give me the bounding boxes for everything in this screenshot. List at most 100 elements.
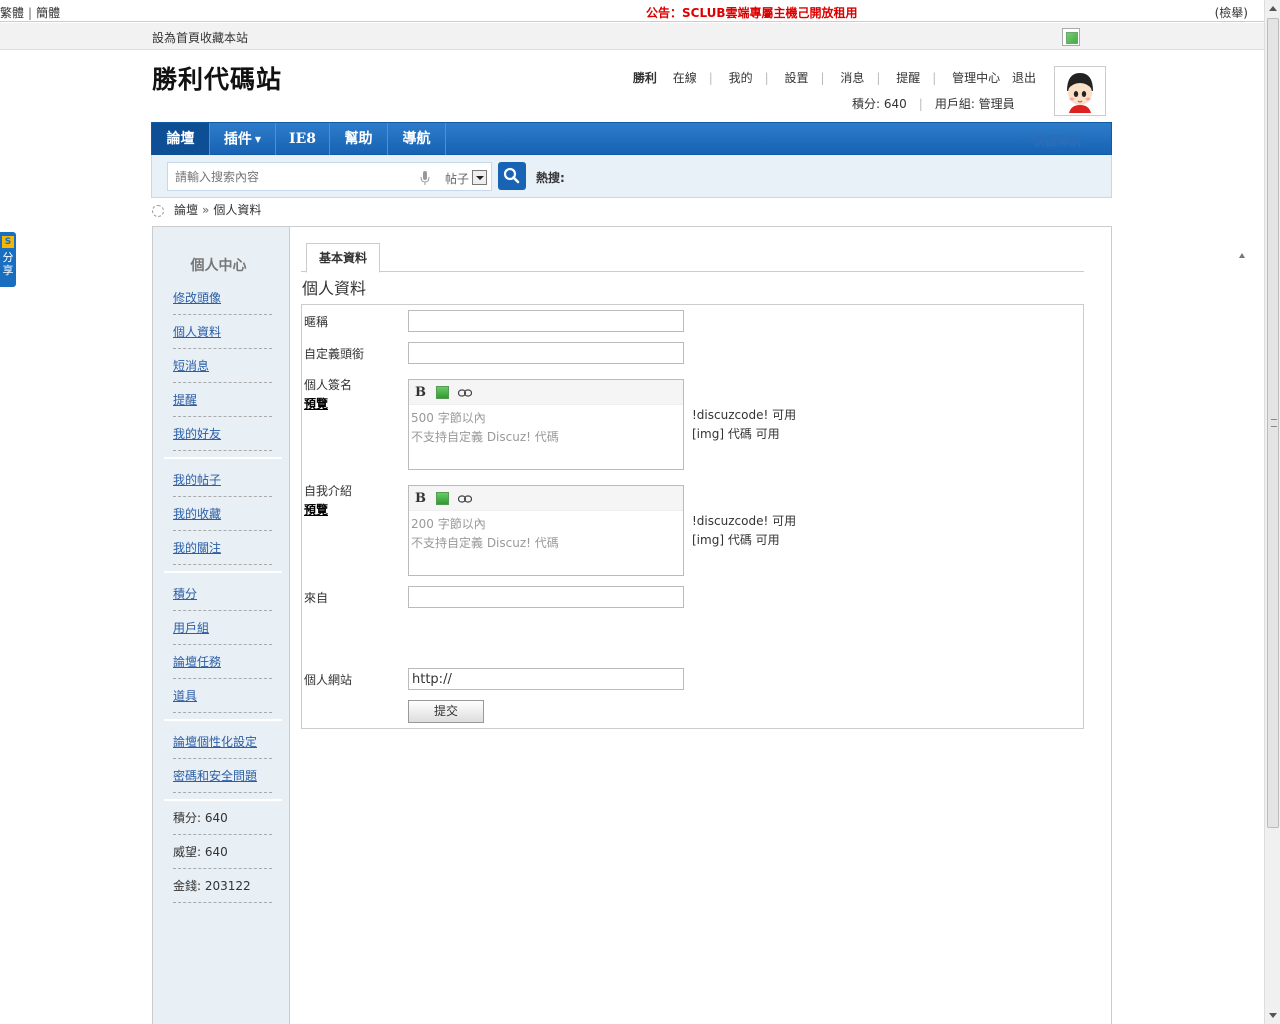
scrollbar-thumb[interactable] — [1267, 18, 1279, 828]
search-bar: 帖子 熱搜: — [151, 155, 1112, 198]
nickname-input[interactable] — [408, 310, 684, 332]
nav-notifications[interactable]: 提醒 — [896, 71, 920, 85]
sidebar-item-tasks[interactable]: 論壇任務 — [173, 645, 272, 679]
intro-placeholder: 200 字節以內 不支持自定義 Discuz! 代碼 — [409, 511, 683, 557]
page-title: 個人資料 — [302, 279, 367, 298]
search-button[interactable] — [498, 162, 526, 190]
nav-tab-label: IE8 — [289, 131, 316, 147]
bold-icon[interactable]: B — [415, 491, 426, 506]
link-icon[interactable] — [458, 495, 472, 503]
nav-tab-help[interactable]: 幫助 — [330, 123, 388, 156]
sidebar-item-password[interactable]: 密碼和安全問題 — [173, 759, 272, 793]
signature-label: 個人簽名 — [304, 378, 353, 392]
nav-tab-ie8[interactable]: IE8 — [276, 123, 330, 156]
search-type-select[interactable]: 帖子 — [436, 162, 492, 191]
sidebar-link[interactable]: 我的帖子 — [173, 473, 221, 487]
sidebar-item-props[interactable]: 道具 — [173, 679, 272, 713]
avatar[interactable] — [1054, 66, 1106, 116]
sidebar-link[interactable]: 提醒 — [173, 393, 197, 407]
sidebar-link[interactable]: 修改頭像 — [173, 291, 221, 305]
nav-tab-navigation[interactable]: 導航 — [388, 123, 446, 156]
image-icon[interactable] — [436, 386, 449, 399]
sidebar-link[interactable]: 用戶組 — [173, 621, 209, 635]
nav-admin-center[interactable]: 管理中心 — [952, 71, 1000, 85]
from-label: 來自 — [304, 591, 329, 605]
intro-preview-link[interactable]: 預覽 — [304, 501, 328, 518]
sidebar-item-following[interactable]: 我的關注 — [173, 531, 272, 565]
info-separator: | — [918, 97, 923, 111]
sidebar-link[interactable]: 論壇個性化設定 — [173, 735, 257, 749]
image-icon[interactable] — [436, 492, 449, 505]
breadcrumb-forum-link[interactable]: 論壇 — [174, 203, 198, 217]
intro-hints: !discuzcode! 可用 [img] 代碼 可用 — [692, 512, 796, 550]
broken-image-icon[interactable] — [1062, 28, 1080, 46]
user-info: 積分: 640 | 用戶組: 管理員 — [852, 95, 1015, 112]
intro-code-text: 不支持自定義 Discuz! 代碼 — [411, 536, 559, 550]
nav-mine[interactable]: 我的 — [729, 71, 753, 85]
sidebar-link[interactable]: 個人資料 — [173, 325, 221, 339]
nav-online[interactable]: 在線 — [673, 71, 697, 85]
usergroup-link[interactable]: 用戶組: 管理員 — [935, 97, 1015, 111]
lang-traditional-link[interactable]: 繁體 — [0, 6, 24, 20]
points-link[interactable]: 積分: 640 — [852, 97, 907, 111]
scroll-down-arrow-icon[interactable] — [1269, 1013, 1277, 1018]
website-label: 個人網站 — [304, 673, 353, 687]
signature-editor[interactable]: B 500 字節以內 不支持自定義 Discuz! 代碼 — [408, 379, 684, 470]
link-icon[interactable] — [458, 389, 472, 397]
intro-editor[interactable]: B 200 字節以內 不支持自定義 Discuz! 代碼 — [408, 485, 684, 576]
set-homepage-bookmark-link[interactable]: 設為首頁收藏本站 — [152, 29, 248, 46]
scroll-up-arrow-icon[interactable] — [1269, 6, 1277, 11]
sidebar-item-avatar[interactable]: 修改頭像 — [173, 281, 272, 315]
page-scrollbar[interactable] — [1264, 0, 1280, 1024]
intro-label: 自我介紹 — [304, 484, 353, 498]
submit-button[interactable]: 提交 — [408, 700, 484, 723]
share-tab[interactable]: S 分 享 — [0, 232, 16, 287]
announcement-link[interactable]: 公告：SCLUB雲端專屬主機己開放租用 — [646, 4, 858, 21]
sidebar-item-credits[interactable]: 積分 — [173, 577, 272, 611]
nav-separator: | — [708, 71, 713, 85]
nav-logout[interactable]: 退出 — [1012, 71, 1036, 85]
nav-settings[interactable]: 設置 — [784, 71, 808, 85]
sidebar-link[interactable]: 論壇任務 — [173, 655, 221, 669]
website-input[interactable] — [408, 668, 684, 690]
sidebar-item-friends[interactable]: 我的好友 — [173, 417, 272, 451]
site-logo[interactable]: 勝利代碼站 — [152, 60, 282, 96]
search-input[interactable] — [168, 163, 408, 190]
custom-title-input[interactable] — [408, 342, 684, 364]
sidebar-link[interactable]: 我的關注 — [173, 541, 221, 555]
microphone-icon[interactable] — [420, 170, 430, 186]
nav-separator: | — [932, 71, 937, 85]
discuzcode-hint: !discuzcode! 可用 — [692, 408, 797, 422]
chevron-down-icon[interactable] — [472, 170, 487, 185]
sidebar-link[interactable]: 密碼和安全問題 — [173, 769, 257, 783]
sidebar-link[interactable]: 我的好友 — [173, 427, 221, 441]
nav-tab-plugins[interactable]: 插件 ▼ — [210, 123, 276, 156]
tab-basic-info[interactable]: 基本資料 — [306, 243, 380, 273]
signature-preview-link[interactable]: 預覽 — [304, 395, 328, 412]
nav-tab-forum[interactable]: 論壇 — [152, 123, 210, 156]
sidebar-item-notifications[interactable]: 提醒 — [173, 383, 272, 417]
sidebar-divider — [164, 571, 282, 573]
sidebar-item-usergroup[interactable]: 用戶組 — [173, 611, 272, 645]
bold-icon[interactable]: B — [415, 385, 426, 400]
sidebar-link[interactable]: 道具 — [173, 689, 197, 703]
nav-separator: | — [820, 71, 825, 85]
scroll-up-icon[interactable] — [1239, 253, 1245, 258]
sidebar-item-messages[interactable]: 短消息 — [173, 349, 272, 383]
sidebar-link[interactable]: 我的收藏 — [173, 507, 221, 521]
sidebar-link[interactable]: 積分 — [173, 587, 197, 601]
top-bar: 繁體 | 簡體 公告：SCLUB雲端專屬主機己開放租用 (檢舉) — [0, 0, 1264, 22]
sidebar-item-posts[interactable]: 我的帖子 — [173, 463, 272, 497]
nav-messages[interactable]: 消息 — [840, 71, 864, 85]
home-icon[interactable] — [152, 204, 164, 217]
username-link[interactable]: 勝利 — [633, 71, 657, 85]
sidebar-item-profile[interactable]: 個人資料 — [173, 315, 272, 349]
sidebar-item-favorites[interactable]: 我的收藏 — [173, 497, 272, 531]
sidebar-link[interactable]: 短消息 — [173, 359, 209, 373]
from-input[interactable] — [408, 586, 684, 608]
quick-nav-link[interactable]: 快捷導航 — [1033, 132, 1081, 149]
report-link[interactable]: (檢舉) — [1215, 4, 1248, 21]
lang-simplified-link[interactable]: 簡體 — [36, 6, 60, 20]
img-code-hint: [img] 代碼 可用 — [692, 533, 780, 547]
sidebar-item-personalize[interactable]: 論壇個性化設定 — [173, 725, 272, 759]
